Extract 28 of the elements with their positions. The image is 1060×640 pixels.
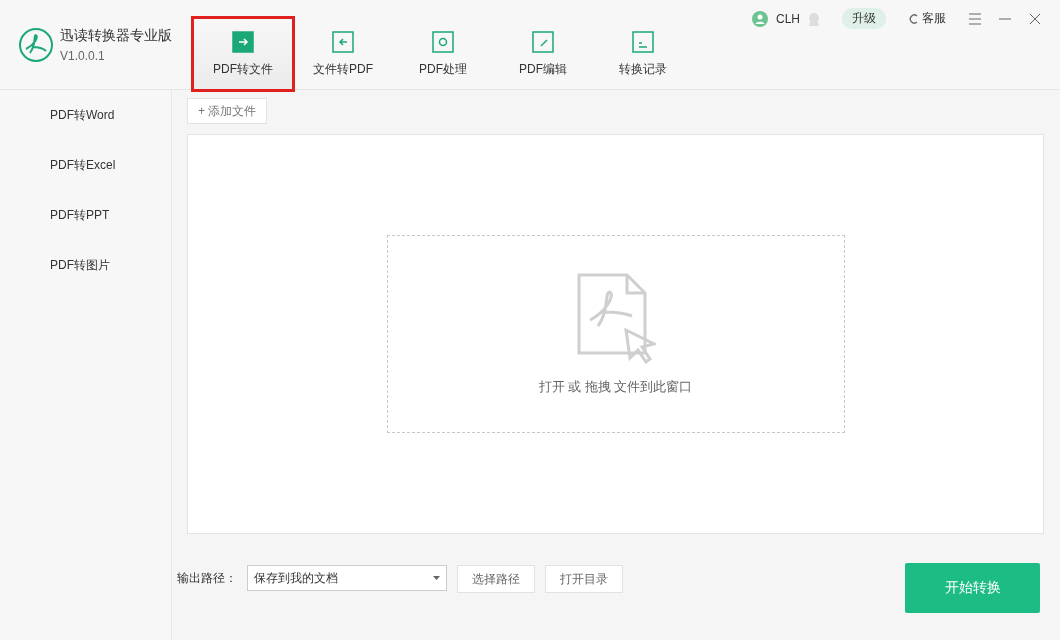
app-name: 迅读转换器专业版 xyxy=(60,26,172,45)
choose-path-button[interactable]: 选择路径 xyxy=(457,565,535,593)
drop-hint: 打开 或 拖拽 文件到此窗口 xyxy=(538,378,693,396)
app-version: V1.0.0.1 xyxy=(60,48,106,63)
tab[interactable]: PDF转文件 xyxy=(194,19,292,89)
service-button[interactable]: 客服 xyxy=(908,10,946,27)
avatar-icon xyxy=(752,10,768,27)
sidebar-item[interactable]: PDF转图片 xyxy=(0,254,171,304)
output-path-dropdown[interactable]: 保存到我的文档 xyxy=(247,565,447,591)
add-file-button[interactable]: + 添加文件 xyxy=(187,98,268,124)
tab[interactable]: PDF编辑 xyxy=(494,19,592,89)
logo-icon xyxy=(18,26,54,63)
open-folder-button[interactable]: 打开目录 xyxy=(545,565,623,593)
sidebar-item[interactable]: PDF转Word xyxy=(0,104,171,154)
user-name: CLH xyxy=(776,11,800,26)
sidebar-item[interactable]: PDF转Excel xyxy=(0,154,171,204)
tab[interactable]: 文件转PDF xyxy=(294,19,392,89)
pdf-file-icon xyxy=(575,272,656,364)
output-path-label: 输出路径： xyxy=(177,570,237,587)
sidebar-item[interactable]: PDF转PPT xyxy=(0,204,171,254)
upgrade-button[interactable]: 升级 xyxy=(842,8,886,29)
badge-icon xyxy=(808,11,820,26)
drop-zone[interactable]: 打开 或 拖拽 文件到此窗口 xyxy=(386,235,845,433)
export-icon xyxy=(232,30,254,53)
caret-icon xyxy=(433,576,440,580)
import-icon xyxy=(332,30,354,53)
tab[interactable]: 转换记录 xyxy=(594,19,692,89)
tab[interactable]: PDF处理 xyxy=(394,19,492,89)
